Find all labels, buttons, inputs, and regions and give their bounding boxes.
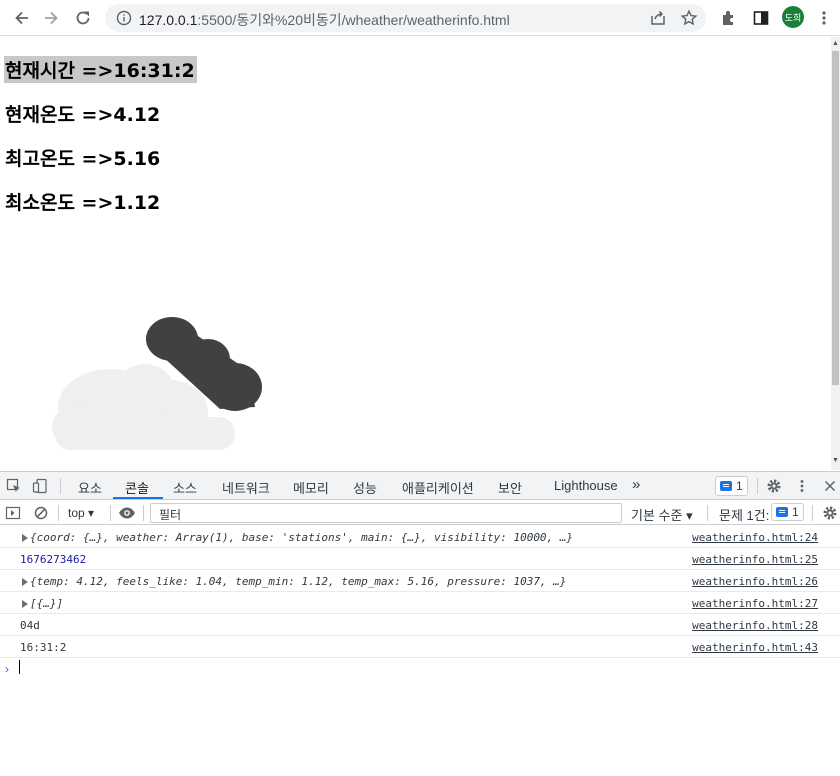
url-text: 127.0.0.1:5500/동기와%20비동기/wheather/weathe…: [139, 12, 510, 28]
browser-toolbar: 127.0.0.1:5500/동기와%20비동기/wheather/weathe…: [0, 0, 840, 36]
divider: [60, 478, 61, 494]
issues-counter-badge[interactable]: 1: [771, 503, 804, 521]
current-temp-line: 현재온도 =>4.12: [5, 104, 161, 126]
forward-icon[interactable]: [39, 6, 63, 30]
console-row[interactable]: [{…}] weatherinfo.html:27: [0, 592, 840, 614]
address-bar[interactable]: 127.0.0.1:5500/동기와%20비동기/wheather/weathe…: [105, 4, 706, 32]
divider: [110, 505, 111, 521]
devtools-tab-bar: 요소 콘솔 소스 네트워크 메모리 성능 애플리케이션 보안 Lighthous…: [0, 472, 840, 500]
active-tab-indicator: [113, 497, 163, 499]
tab-security[interactable]: 보안: [498, 478, 522, 497]
tab-sources[interactable]: 소스: [173, 478, 197, 497]
divider: [707, 505, 708, 521]
console-settings-gear-icon[interactable]: [821, 504, 839, 522]
scroll-down-arrow-icon[interactable]: ▼: [832, 457, 839, 464]
source-link[interactable]: weatherinfo.html:28: [692, 619, 818, 632]
log-levels-dropdown[interactable]: 기본 수준 ▾: [631, 505, 693, 524]
context-selector[interactable]: top ▾: [68, 506, 94, 520]
kebab-menu-icon[interactable]: [812, 6, 836, 30]
devtools-panel: 요소 콘솔 소스 네트워크 메모리 성능 애플리케이션 보안 Lighthous…: [0, 471, 840, 776]
filter-input[interactable]: 필터: [150, 503, 622, 523]
tab-application[interactable]: 애플리케이션: [402, 478, 474, 497]
clear-console-icon[interactable]: [32, 504, 50, 522]
max-temp-line: 최고온도 =>5.16: [5, 148, 161, 170]
close-icon[interactable]: [821, 477, 839, 495]
more-tabs-icon[interactable]: »: [632, 476, 640, 493]
tab-elements[interactable]: 요소: [78, 478, 102, 497]
log-message: 1676273462: [20, 553, 87, 566]
issues-badge[interactable]: 1: [715, 476, 748, 496]
log-message: {temp: 4.12, feels_like: 1.04, temp_min:…: [30, 575, 567, 588]
scrollbar-thumb[interactable]: [832, 51, 839, 385]
site-info-icon[interactable]: [116, 10, 132, 31]
settings-gear-icon[interactable]: [765, 477, 783, 495]
min-temp-line: 최소온도 =>1.12: [5, 192, 161, 214]
console-row[interactable]: 16:31:2 weatherinfo.html:43: [0, 636, 840, 658]
page-scrollbar[interactable]: ▲ ▼: [831, 37, 840, 470]
tab-console[interactable]: 콘솔: [125, 478, 149, 497]
expand-arrow-icon[interactable]: [22, 534, 28, 542]
eye-icon[interactable]: [118, 504, 136, 522]
console-prompt-icon: ›: [5, 662, 9, 676]
message-icon: [776, 507, 788, 517]
console-row[interactable]: {temp: 4.12, feels_like: 1.04, temp_min:…: [0, 570, 840, 592]
expand-arrow-icon[interactable]: [22, 578, 28, 586]
tab-performance[interactable]: 성능: [353, 478, 377, 497]
tab-network[interactable]: 네트워크: [222, 478, 270, 497]
broken-clouds-icon: [50, 317, 270, 457]
divider: [812, 505, 813, 521]
source-link[interactable]: weatherinfo.html:25: [692, 553, 818, 566]
divider: [143, 505, 144, 521]
log-message: [{…}]: [30, 597, 64, 610]
web-page: 현재시간 =>16:31:2 현재온도 =>4.12 최고온도 =>5.16 최…: [0, 37, 831, 470]
divider: [757, 478, 758, 494]
scroll-up-arrow-icon[interactable]: ▲: [832, 40, 839, 47]
sidebar-toggle-icon[interactable]: [4, 504, 22, 522]
share-icon[interactable]: [646, 6, 670, 30]
current-time-line: 현재시간 =>16:31:2: [4, 56, 197, 83]
console-row[interactable]: {coord: {…}, weather: Array(1), base: 's…: [0, 526, 840, 548]
source-link[interactable]: weatherinfo.html:24: [692, 531, 818, 544]
message-icon: [720, 481, 732, 491]
source-link[interactable]: weatherinfo.html:43: [692, 641, 818, 654]
source-link[interactable]: weatherinfo.html:26: [692, 575, 818, 588]
divider: [58, 505, 59, 521]
log-message: 16:31:2: [20, 641, 67, 654]
console-messages: {coord: {…}, weather: Array(1), base: 's…: [0, 526, 840, 658]
console-row[interactable]: 1676273462 weatherinfo.html:25: [0, 548, 840, 570]
tab-lighthouse[interactable]: Lighthouse: [554, 478, 618, 493]
expand-arrow-icon[interactable]: [22, 600, 28, 608]
source-link[interactable]: weatherinfo.html:27: [692, 597, 818, 610]
profile-avatar[interactable]: 도희: [782, 6, 804, 28]
bookmark-star-icon[interactable]: [677, 6, 701, 30]
console-filter-bar: top ▾ 필터 기본 수준 ▾ 문제 1건: 1: [0, 501, 840, 525]
issues-counter[interactable]: 문제 1건:: [719, 505, 769, 524]
device-toolbar-icon[interactable]: [31, 477, 49, 495]
inspect-element-icon[interactable]: [5, 477, 23, 495]
console-row[interactable]: 04d weatherinfo.html:28: [0, 614, 840, 636]
reload-icon[interactable]: [71, 6, 95, 30]
back-icon[interactable]: [10, 6, 34, 30]
log-message: 04d: [20, 619, 40, 632]
console-input-caret[interactable]: [19, 660, 20, 674]
log-message: {coord: {…}, weather: Array(1), base: 's…: [30, 531, 574, 544]
devtools-menu-icon[interactable]: [793, 477, 811, 495]
extensions-icon[interactable]: [717, 6, 741, 30]
side-panel-icon[interactable]: [749, 6, 773, 30]
tab-memory[interactable]: 메모리: [293, 478, 329, 497]
